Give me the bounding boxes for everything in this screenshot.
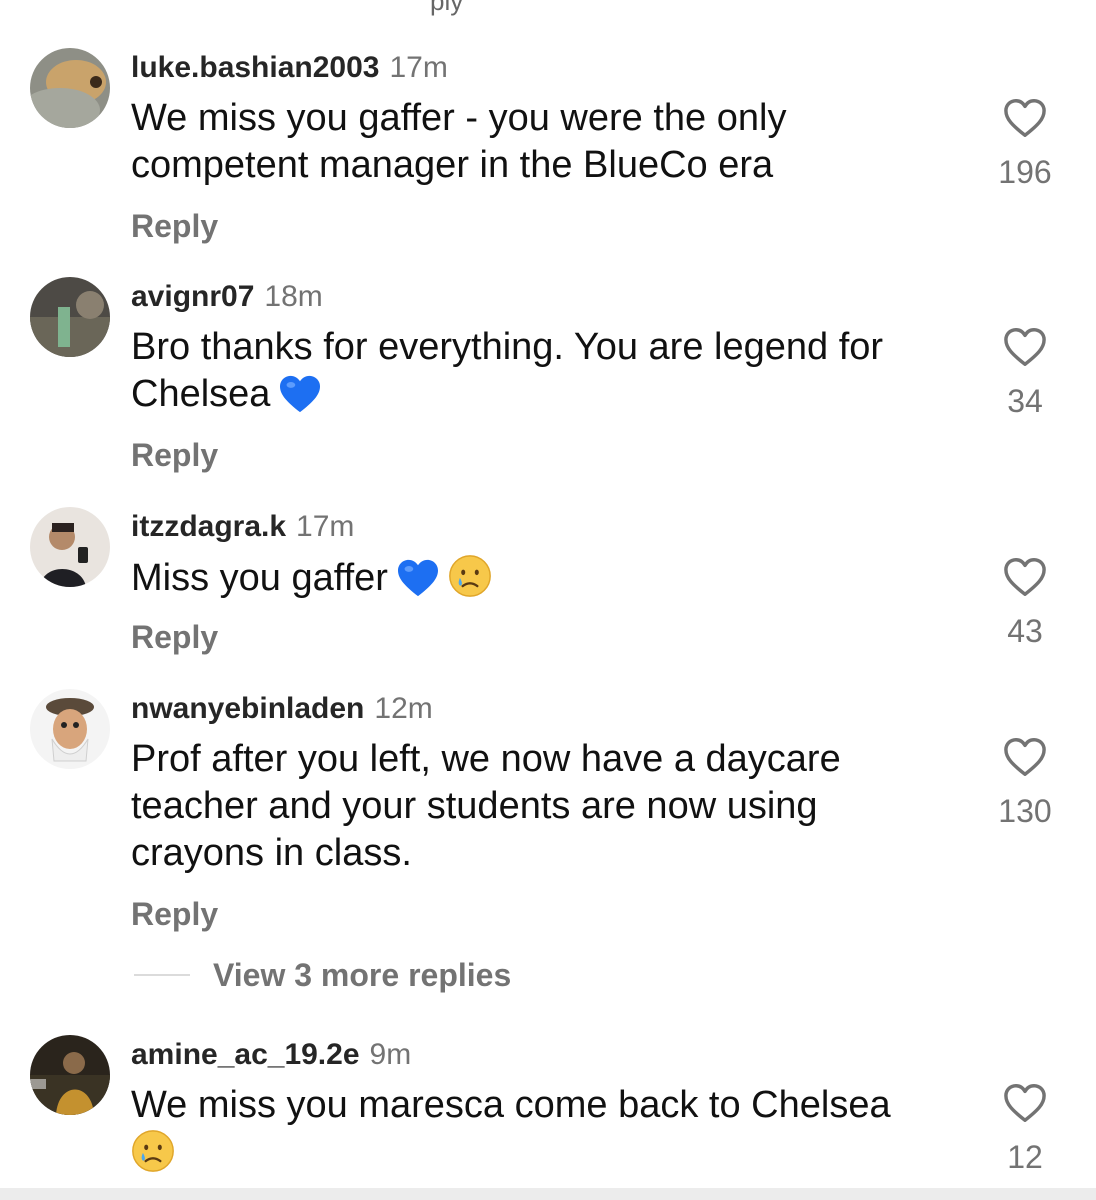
timestamp: 12m: [374, 692, 433, 725]
comment-text: We miss you maresca come back to Chelsea: [131, 1082, 951, 1177]
comment-header: itzzdagra.k 17m: [131, 507, 354, 547]
comment-text-content: We miss you maresca come back to Chelsea: [131, 1084, 891, 1126]
reply-button[interactable]: Reply: [131, 206, 218, 246]
like-count: 130: [998, 793, 1052, 829]
like-control: 12: [985, 1083, 1065, 1177]
comment-header: amine_ac_19.2e 9m: [131, 1035, 411, 1075]
blue-heart-emoji: [397, 559, 438, 597]
avatar[interactable]: [30, 507, 110, 587]
heart-outline-icon[interactable]: [1003, 1083, 1047, 1123]
username[interactable]: avignr07: [131, 280, 254, 313]
previous-reply-cutoff: ply: [430, 0, 464, 16]
avatar[interactable]: [30, 689, 110, 769]
avatar[interactable]: [30, 1035, 110, 1115]
like-control: 34: [985, 327, 1065, 421]
heart-outline-icon[interactable]: [1003, 327, 1047, 367]
username[interactable]: luke.bashian2003: [131, 51, 379, 84]
comment-text: Miss you gaffer: [131, 554, 951, 602]
heart-outline-icon[interactable]: [1003, 737, 1047, 777]
timestamp: 17m: [389, 51, 448, 84]
blue-heart-emoji: [280, 375, 321, 413]
comment-text: We miss you gaffer - you were the only c…: [131, 97, 787, 186]
username[interactable]: nwanyebinladen: [131, 692, 364, 725]
comment-header: avignr07 18m: [131, 277, 323, 317]
crying-face-emoji: [449, 555, 491, 597]
username[interactable]: amine_ac_19.2e: [131, 1038, 360, 1071]
reply-button[interactable]: Reply: [131, 894, 218, 934]
like-control: 196: [985, 98, 1065, 192]
like-count: 43: [1007, 613, 1043, 649]
timestamp: 18m: [264, 280, 323, 313]
divider-line: [134, 974, 190, 976]
reply-button[interactable]: Reply: [131, 435, 218, 475]
view-more-replies-label[interactable]: View 3 more replies: [213, 955, 511, 995]
like-control: 43: [985, 557, 1065, 651]
like-count: 34: [1007, 383, 1043, 419]
avatar[interactable]: [30, 277, 110, 357]
comment-text-content: Bro thanks for everything. You are legen…: [131, 326, 884, 415]
comment-header: luke.bashian2003 17m: [131, 48, 448, 88]
like-count: 196: [998, 154, 1052, 190]
like-count: 12: [1007, 1139, 1043, 1175]
comment-text-content: Miss you gaffer: [131, 557, 388, 599]
comment-text: Prof after you left, we now have a dayca…: [131, 738, 841, 874]
like-control: 130: [985, 737, 1065, 831]
comment-text: Bro thanks for everything. You are legen…: [131, 324, 951, 418]
bottom-edge: [0, 1188, 1096, 1200]
timestamp: 9m: [369, 1038, 412, 1071]
timestamp: 17m: [296, 510, 355, 543]
avatar[interactable]: [30, 48, 110, 128]
username[interactable]: itzzdagra.k: [131, 510, 286, 543]
heart-outline-icon[interactable]: [1003, 98, 1047, 138]
heart-outline-icon[interactable]: [1003, 557, 1047, 597]
comment-header: nwanyebinladen 12m: [131, 689, 433, 729]
reply-button[interactable]: Reply: [131, 617, 218, 657]
crying-face-emoji: [132, 1130, 174, 1172]
